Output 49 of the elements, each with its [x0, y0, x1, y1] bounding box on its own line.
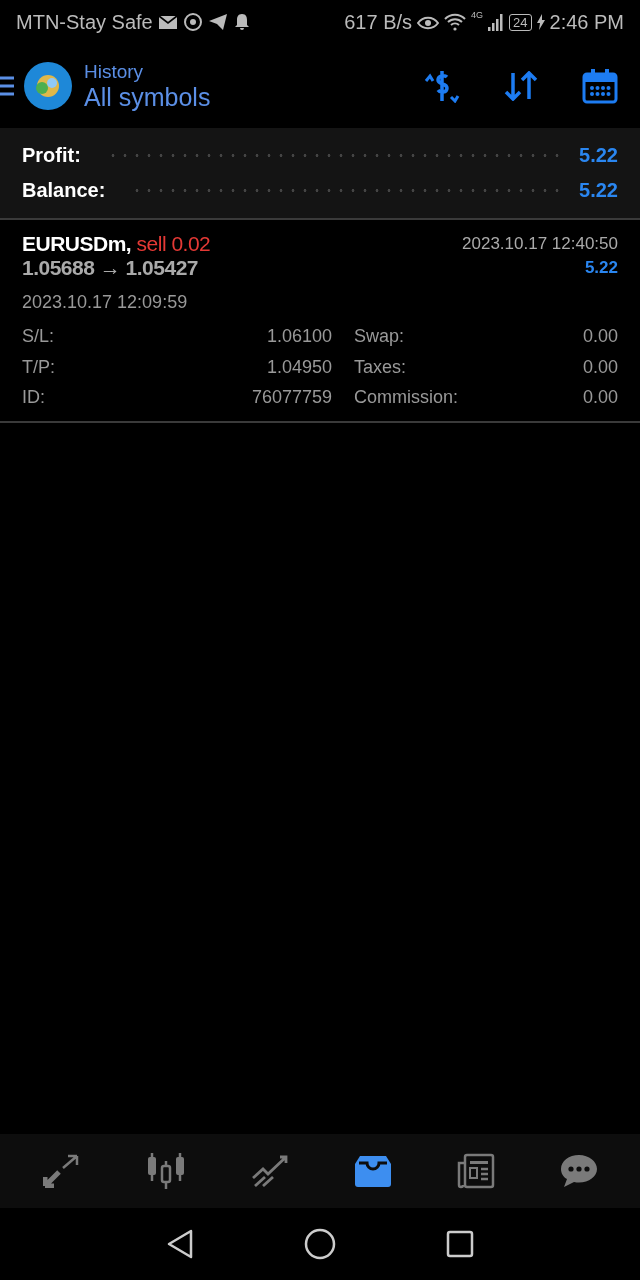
symbol-filter[interactable]: All symbols [84, 82, 211, 112]
field-label: Commission: [354, 386, 460, 409]
field-value: 0.00 [581, 325, 618, 348]
summary-label: Profit: [22, 144, 81, 167]
field-label: Swap: [354, 325, 406, 348]
home-button[interactable] [304, 1228, 336, 1260]
trend-chart-icon [250, 1154, 289, 1188]
field-label: T/P: [22, 355, 56, 379]
field-value: 0.00 [581, 386, 618, 409]
network-speed: 617 B/s [344, 10, 413, 34]
send-icon [207, 13, 228, 31]
summary-value: 5.22 [579, 144, 618, 167]
open-time: 2023.10.17 12:09:59 [22, 292, 189, 313]
calendar-icon[interactable] [582, 68, 618, 104]
close-time: 2023.10.17 12:40:50 [462, 234, 618, 254]
deal-prices: 1.05688 → 1.05427 [22, 256, 198, 280]
field-label: ID: [22, 386, 46, 409]
sort-icon[interactable] [504, 71, 538, 101]
chat-icon [559, 1154, 598, 1188]
app-logo-icon [24, 62, 72, 110]
back-button[interactable] [166, 1229, 194, 1259]
field-value: 0.00 [581, 355, 618, 379]
newspaper-icon [456, 1153, 495, 1189]
field-value: 76077759 [250, 386, 332, 409]
field-label: Taxes: [354, 355, 408, 379]
wifi-icon [444, 13, 467, 31]
summary-label: Balance: [22, 179, 106, 202]
summary-value: 5.22 [579, 179, 618, 202]
deal-title: EURUSDm, sell 0.02 [22, 232, 211, 256]
carrier-name: MTN-Stay Safe [16, 10, 153, 34]
screen-title: History [84, 60, 145, 83]
deal-profit: 5.22 [584, 258, 618, 278]
chat-bubble-icon [182, 12, 203, 32]
field-label: S/L: [22, 325, 56, 348]
battery-level: 24 [509, 13, 532, 31]
menu-icon[interactable] [0, 75, 14, 97]
field-value: 1.04950 [265, 355, 332, 379]
field-value: 1.06100 [265, 325, 332, 348]
signal-icon [488, 13, 505, 31]
candlestick-icon [145, 1153, 186, 1189]
inbox-icon [353, 1154, 392, 1188]
eye-icon [417, 14, 440, 30]
mail-icon [157, 14, 178, 30]
network-type: 4G [471, 10, 484, 20]
double-arrow-icon [42, 1154, 81, 1188]
charging-icon [536, 14, 545, 30]
currency-exchange-icon[interactable] [424, 69, 460, 103]
recent-apps-button[interactable] [446, 1230, 474, 1258]
clock: 2:46 PM [549, 10, 624, 34]
